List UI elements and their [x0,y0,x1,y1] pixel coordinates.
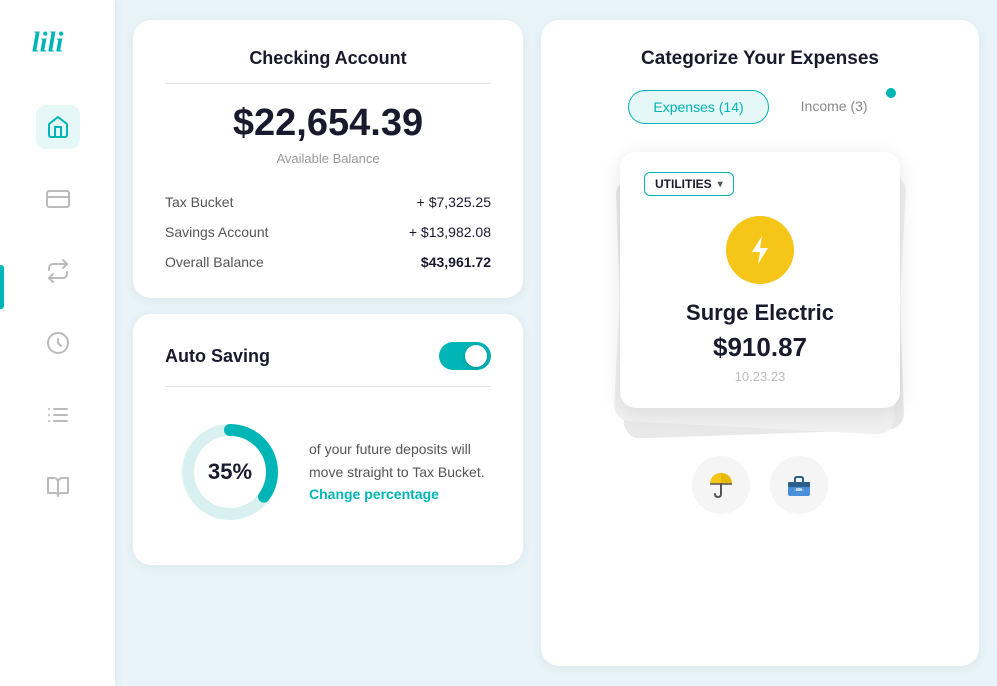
row-value: + $13,982.08 [409,224,491,240]
expense-icon-circle [726,216,794,284]
categorize-card: Categorize Your Expenses Expenses (14) I… [541,20,979,666]
row-label: Savings Account [165,224,269,240]
tab-expenses[interactable]: Expenses (14) [628,90,768,124]
toggle-knob [465,345,487,367]
sidebar-item-transfers[interactable] [36,249,80,293]
auto-saving-body: 35% of your future deposits will move st… [165,407,491,537]
expense-date: 10.23.23 [644,369,876,384]
divider [165,83,491,84]
balance-amount: $22,654.39 [165,102,491,145]
expense-icon-wrap [644,216,876,284]
auto-saving-toggle[interactable] [439,342,491,370]
expense-card-main: UTILITIES ▾ Surge Electric $910.87 10 [620,152,900,408]
auto-saving-title: Auto Saving [165,346,270,367]
table-row: Tax Bucket + $7,325.25 [165,194,491,210]
chevron-down-icon: ▾ [718,179,723,190]
action-icons [569,456,951,514]
sidebar-item-reports[interactable] [36,393,80,437]
donut-percentage: 35% [208,459,252,485]
sidebar-item-home[interactable] [36,105,80,149]
checking-account-card: Checking Account $22,654.39 Available Ba… [133,20,523,298]
active-indicator [0,265,4,309]
sidebar-item-books[interactable] [36,465,80,509]
donut-chart: 35% [175,417,285,527]
row-label: Overall Balance [165,254,264,270]
income-tab-dot [886,88,896,98]
logo: lili [28,20,88,65]
right-column: Categorize Your Expenses Expenses (14) I… [541,20,979,666]
change-percentage-link[interactable]: Change percentage [309,486,439,502]
business-action-button[interactable] [770,456,828,514]
table-row: Savings Account + $13,982.08 [165,224,491,240]
account-rows: Tax Bucket + $7,325.25 Savings Account +… [165,194,491,270]
table-row: Overall Balance $43,961.72 [165,254,491,270]
categorize-title: Categorize Your Expenses [569,48,951,70]
main-content: Checking Account $22,654.39 Available Ba… [115,0,997,686]
sidebar-nav [0,105,115,509]
checking-title: Checking Account [165,48,491,69]
auto-saving-header: Auto Saving [165,342,491,387]
balance-label: Available Balance [165,151,491,166]
row-value: $43,961.72 [421,254,491,270]
category-badge[interactable]: UTILITIES ▾ [644,172,734,196]
expense-merchant: Surge Electric [644,300,876,326]
expense-tabs: Expenses (14) Income (3) [569,90,951,124]
svg-text:lili: lili [31,27,63,58]
auto-saving-description: of your future deposits will move straig… [309,438,491,505]
personal-action-button[interactable] [692,456,750,514]
sidebar-item-cards[interactable] [36,177,80,221]
tab-income[interactable]: Income (3) [777,90,892,124]
sidebar-item-savings[interactable] [36,321,80,365]
left-column: Checking Account $22,654.39 Available Ba… [133,20,523,666]
row-value: + $7,325.25 [417,194,491,210]
expense-card-stack: UTILITIES ▾ Surge Electric $910.87 10 [569,152,951,432]
sidebar: lili [0,0,115,686]
row-label: Tax Bucket [165,194,233,210]
expense-amount: $910.87 [644,332,876,363]
auto-saving-card: Auto Saving 35% of your future depos [133,314,523,565]
